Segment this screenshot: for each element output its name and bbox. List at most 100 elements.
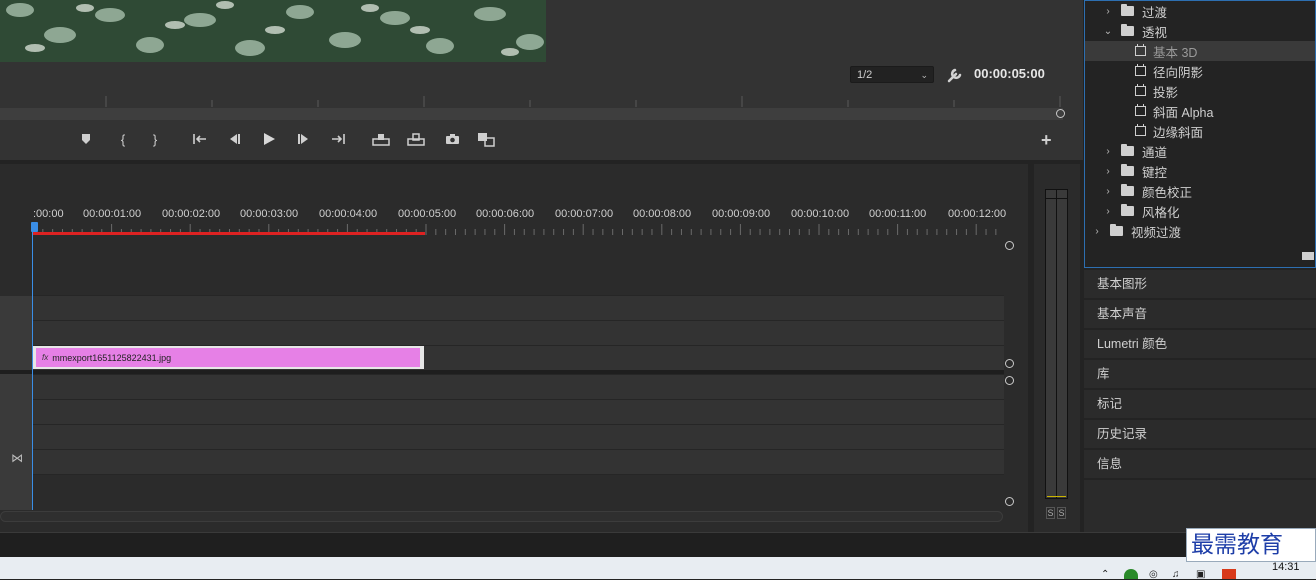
effect-preset-icon <box>1135 104 1146 116</box>
status-bar <box>0 532 1316 558</box>
marker-icon <box>82 134 90 144</box>
audio-track-row[interactable] <box>32 374 1004 400</box>
effect-item-drop-shadow[interactable]: 投影 <box>1085 81 1315 101</box>
go-to-out-icon <box>332 134 345 144</box>
solo-left-button[interactable]: S <box>1046 507 1055 519</box>
video-track-row[interactable] <box>32 320 1004 346</box>
effect-item-bevel-edges[interactable]: 边缘斜面 <box>1085 121 1315 141</box>
audio-track-row[interactable] <box>32 474 1004 510</box>
solo-right-button[interactable]: S <box>1057 507 1066 519</box>
audio-scroll-handle[interactable] <box>1005 497 1014 506</box>
mark-out-button[interactable]: } <box>148 130 162 148</box>
effect-item-bevel-alpha[interactable]: 斜面 Alpha <box>1085 101 1315 121</box>
step-forward-button[interactable] <box>296 130 312 148</box>
scrub-end-handle[interactable] <box>1056 109 1065 118</box>
effect-label: 斜面 Alpha <box>1153 105 1214 120</box>
play-button[interactable] <box>261 130 277 148</box>
ruler-label: 00:00:03:00 <box>240 208 299 220</box>
panel-lumetri-color[interactable]: Lumetri 颜色 <box>1084 329 1316 358</box>
effect-preset-icon <box>1135 84 1146 96</box>
mark-in-button[interactable]: { <box>116 130 130 148</box>
side-panel-filler <box>1084 479 1316 532</box>
go-to-in-button[interactable] <box>191 130 209 148</box>
clip-body: fx mmexport1651125822431.jpg <box>36 348 420 367</box>
app-tray-icon[interactable] <box>1222 569 1236 579</box>
track-headers[interactable] <box>0 296 32 510</box>
effect-label: 投影 <box>1153 85 1179 100</box>
add-marker-button[interactable] <box>79 130 93 148</box>
panel-info[interactable]: 信息 <box>1084 449 1316 478</box>
zoom-select[interactable]: 1/2 ⌄ <box>850 66 934 83</box>
play-icon <box>264 133 275 145</box>
panel-essential-graphics[interactable]: 基本图形 <box>1084 269 1316 298</box>
plus-icon: + <box>1041 130 1052 150</box>
meter-channel-divider <box>1056 190 1057 498</box>
audio-track-row[interactable] <box>32 449 1004 475</box>
timeline-horizontal-scrollbar[interactable] <box>0 511 1003 522</box>
extract-button[interactable] <box>406 130 426 148</box>
taskbar-clock[interactable]: 14:31 <box>1272 561 1300 573</box>
effect-folder-video-transitions[interactable]: › 视频过渡 <box>1085 221 1315 241</box>
monitor-time-ruler[interactable] <box>0 92 1070 108</box>
audio-scroll-handle[interactable] <box>1005 376 1014 385</box>
effect-label: 径向阴影 <box>1153 65 1204 80</box>
wrench-icon[interactable] <box>946 66 964 84</box>
step-forward-icon <box>298 134 308 144</box>
folder-icon <box>1110 224 1123 236</box>
playhead-timecode[interactable]: 00:00:05:00 <box>974 66 1045 81</box>
playhead-handle[interactable] <box>31 222 38 232</box>
folder-icon <box>1121 204 1134 216</box>
video-scroll-handle[interactable] <box>1005 359 1014 368</box>
monitor-scrub-bar[interactable] <box>0 108 1063 120</box>
ruler-label: 00:00:10:00 <box>791 208 850 220</box>
ruler-label: 00:00:06:00 <box>476 208 535 220</box>
meter-floor <box>1047 496 1066 497</box>
panel-history[interactable]: 历史记录 <box>1084 419 1316 448</box>
new-bin-icon[interactable] <box>1302 252 1314 260</box>
effect-item-basic-3d[interactable]: 基本 3D <box>1085 41 1315 61</box>
extract-icon <box>407 132 425 146</box>
effect-label: 风格化 <box>1142 205 1180 220</box>
folder-icon <box>1121 4 1134 16</box>
effect-folder-transition[interactable]: › 过渡 <box>1085 1 1315 21</box>
playhead-line[interactable] <box>32 232 33 510</box>
chevron-right-icon: › <box>1106 5 1110 17</box>
ruler-label: 00:00:08:00 <box>633 208 692 220</box>
audio-track-row[interactable] <box>32 399 1004 425</box>
effect-folder-channel[interactable]: › 通道 <box>1085 141 1315 161</box>
panel-essential-sound[interactable]: 基本声音 <box>1084 299 1316 328</box>
video-track-row[interactable] <box>32 295 1004 321</box>
ruler-label: 00:00:05:00 <box>398 208 457 220</box>
volume-icon[interactable]: ♫ <box>1172 569 1184 580</box>
audio-track-row[interactable] <box>32 424 1004 450</box>
timeline-clip[interactable]: fx mmexport1651125822431.jpg <box>33 346 424 369</box>
chevron-up-icon[interactable]: ⌃ <box>1101 569 1113 580</box>
ruler-label: 00:00:11:00 <box>869 208 927 220</box>
network-icon[interactable]: ◎ <box>1149 569 1161 580</box>
work-area-bar[interactable] <box>33 232 425 235</box>
effect-folder-stylize[interactable]: › 风格化 <box>1085 201 1315 221</box>
fx-badge: fx <box>42 353 49 362</box>
effect-folder-keying[interactable]: › 键控 <box>1085 161 1315 181</box>
go-to-out-button[interactable] <box>329 130 347 148</box>
panel-libraries[interactable]: 库 <box>1084 359 1316 388</box>
effect-folder-color-correction[interactable]: › 颜色校正 <box>1085 181 1315 201</box>
step-back-button[interactable] <box>226 130 242 148</box>
ruler-label: 00:00:04:00 <box>319 208 378 220</box>
security-icon[interactable] <box>1124 569 1138 579</box>
add-button[interactable]: + <box>1041 130 1052 151</box>
audio-meter <box>1045 189 1068 499</box>
effect-label: 过渡 <box>1142 5 1168 20</box>
effect-item-radial-shadow[interactable]: 径向阴影 <box>1085 61 1315 81</box>
input-method-icon[interactable]: ▣ <box>1196 569 1208 580</box>
export-frame-button[interactable] <box>444 130 460 148</box>
panel-markers[interactable]: 标记 <box>1084 389 1316 418</box>
comparison-view-button[interactable] <box>476 130 496 148</box>
video-scroll-handle[interactable] <box>1005 241 1014 250</box>
lift-button[interactable] <box>371 130 391 148</box>
track-link-icon[interactable]: ⋈ <box>11 451 23 465</box>
effect-folder-perspective[interactable]: ⌄ 透视 <box>1085 21 1315 41</box>
chevron-down-icon: ⌄ <box>1103 25 1113 37</box>
mark-in-icon: { <box>120 131 126 147</box>
effect-label: 透视 <box>1142 25 1168 40</box>
